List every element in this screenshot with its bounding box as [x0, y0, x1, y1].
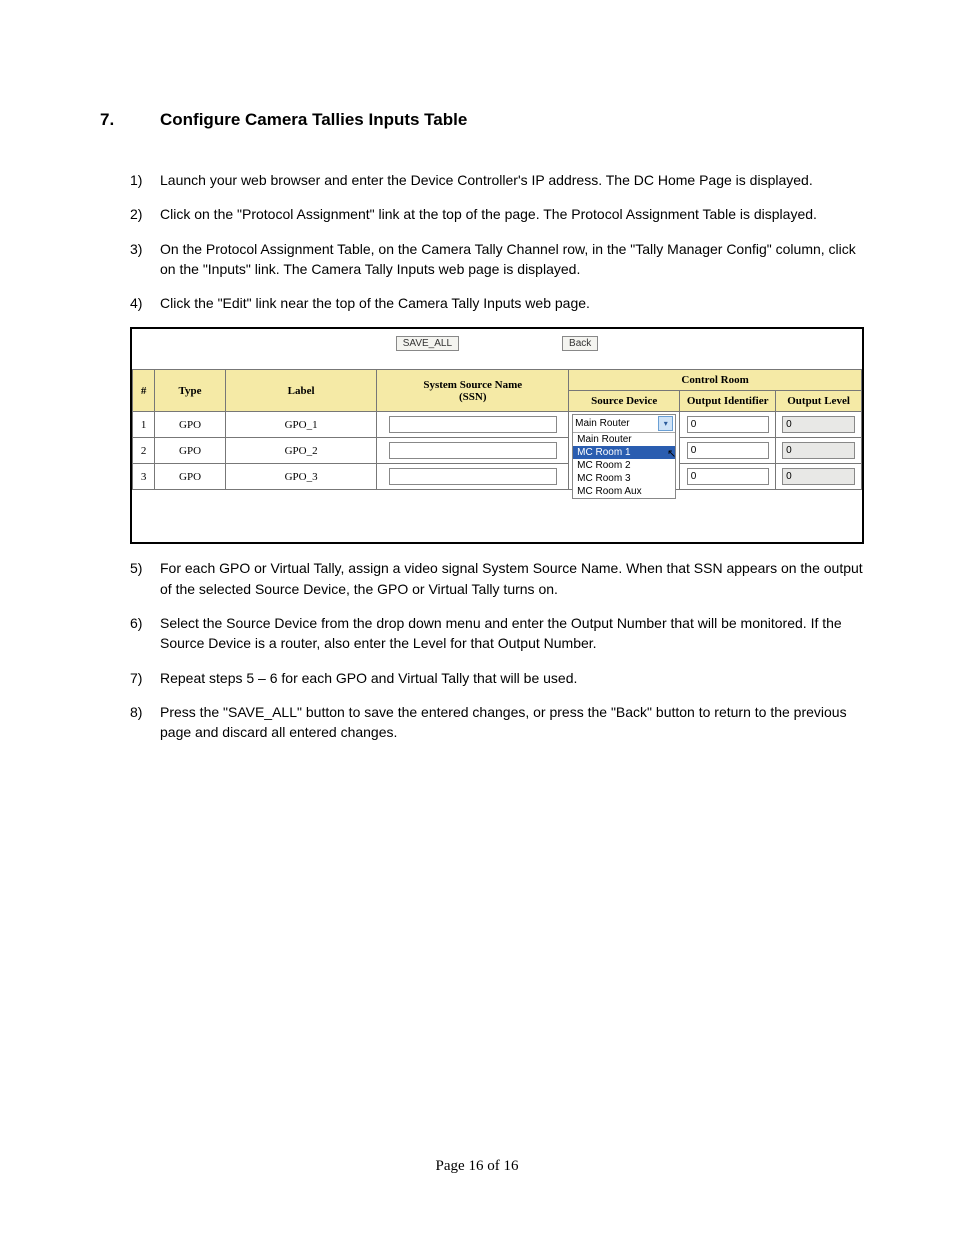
th-source-device: Source Device	[569, 391, 680, 412]
th-type: Type	[155, 370, 226, 412]
output-level-input[interactable]	[782, 416, 855, 433]
steps-list-top: 1)Launch your web browser and enter the …	[100, 170, 864, 313]
dropdown-option[interactable]: MC Room Aux	[573, 485, 675, 498]
step-number: 3)	[130, 239, 160, 280]
cell-type: GPO	[155, 438, 226, 464]
step-text: Launch your web browser and enter the De…	[160, 170, 864, 190]
step-text: Select the Source Device from the drop d…	[160, 613, 864, 654]
figure-toolbar: SAVE_ALL Back	[132, 329, 862, 369]
step-number: 7)	[130, 668, 160, 688]
step-number: 1)	[130, 170, 160, 190]
cell-num: 3	[133, 464, 155, 490]
step-number: 4)	[130, 293, 160, 313]
th-ssn: System Source Name (SSN)	[377, 370, 569, 412]
step-number: 8)	[130, 702, 160, 743]
cell-label: GPO_1	[225, 412, 376, 438]
step-text: On the Protocol Assignment Table, on the…	[160, 239, 864, 280]
ssn-input[interactable]	[389, 468, 557, 485]
th-output-id: Output Identifier	[680, 391, 776, 412]
step-text: Press the "SAVE_ALL" button to save the …	[160, 702, 864, 743]
dropdown-selected: Main Router	[575, 418, 629, 429]
cell-label: GPO_2	[225, 438, 376, 464]
step-number: 6)	[130, 613, 160, 654]
step-number: 2)	[130, 204, 160, 224]
save-all-button[interactable]: SAVE_ALL	[396, 336, 459, 351]
cursor-icon: ↖	[667, 447, 676, 460]
output-id-input[interactable]	[687, 468, 769, 485]
cell-num: 2	[133, 438, 155, 464]
back-button[interactable]: Back	[562, 336, 598, 351]
section-heading: 7. Configure Camera Tallies Inputs Table	[100, 110, 864, 130]
page-number: Page 16 of 16	[0, 1158, 954, 1175]
cell-label: GPO_3	[225, 464, 376, 490]
steps-list-bottom: 5)For each GPO or Virtual Tally, assign …	[100, 558, 864, 742]
dropdown-option[interactable]: MC Room 3	[573, 472, 675, 485]
step-text: Click the "Edit" link near the top of th…	[160, 293, 864, 313]
output-level-input[interactable]	[782, 468, 855, 485]
screenshot-figure: SAVE_ALL Back # Type Label System Source…	[130, 327, 864, 544]
output-id-input[interactable]	[687, 416, 769, 433]
cell-type: GPO	[155, 412, 226, 438]
chevron-down-icon[interactable]: ▾	[658, 416, 673, 431]
output-level-input[interactable]	[782, 442, 855, 459]
ssn-input[interactable]	[389, 416, 557, 433]
step-text: Repeat steps 5 – 6 for each GPO and Virt…	[160, 668, 864, 688]
output-id-input[interactable]	[687, 442, 769, 459]
dropdown-option[interactable]: MC Room 2	[573, 459, 675, 472]
ssn-input[interactable]	[389, 442, 557, 459]
cell-type: GPO	[155, 464, 226, 490]
th-output-level: Output Level	[776, 391, 862, 412]
heading-text: Configure Camera Tallies Inputs Table	[160, 110, 467, 130]
table-row: 2 GPO GPO_2	[133, 438, 862, 464]
dropdown-option[interactable]: Main Router	[573, 433, 675, 446]
th-ssn-top: System Source Name	[423, 379, 522, 391]
source-device-dropdown[interactable]: Main Router ▾ Main Router MC Room 1 MC R…	[572, 414, 676, 499]
heading-number: 7.	[100, 110, 160, 130]
th-ssn-sub: (SSN)	[459, 391, 487, 403]
th-label: Label	[225, 370, 376, 412]
dropdown-option[interactable]: MC Room 1	[573, 446, 675, 459]
th-hash: #	[133, 370, 155, 412]
cell-num: 1	[133, 412, 155, 438]
step-number: 5)	[130, 558, 160, 599]
table-row: 1 GPO GPO_1 Main Router ▾ Main Router MC…	[133, 412, 862, 438]
step-text: Click on the "Protocol Assignment" link …	[160, 204, 864, 224]
th-control-room: Control Room	[569, 370, 862, 391]
table-row: 3 GPO GPO_3	[133, 464, 862, 490]
step-text: For each GPO or Virtual Tally, assign a …	[160, 558, 864, 599]
inputs-table: # Type Label System Source Name (SSN) Co…	[132, 369, 862, 490]
